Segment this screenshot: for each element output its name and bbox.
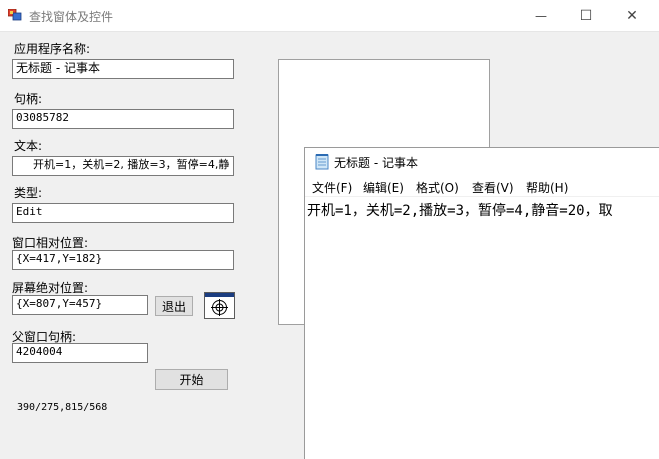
type-label: 类型:: [14, 186, 43, 200]
menu-format[interactable]: 格式(O): [416, 179, 459, 196]
close-button[interactable]: ✕: [609, 0, 655, 31]
text-label: 文本:: [14, 139, 43, 153]
menu-file[interactable]: 文件(F): [312, 179, 352, 196]
screen-position-input[interactable]: {X=807,Y=457}: [12, 295, 148, 315]
notepad-titlebar[interactable]: 无标题 - 记事本: [305, 148, 659, 176]
notepad-icon: [315, 154, 329, 170]
crosshair-target-icon: [205, 293, 234, 316]
parent-handle-input[interactable]: 4204004: [12, 343, 148, 363]
app-name-label: 应用程序名称:: [14, 42, 91, 56]
start-button[interactable]: 开始: [155, 369, 228, 390]
crosshair-drag-button[interactable]: [204, 292, 235, 319]
close-icon: ✕: [626, 7, 638, 24]
screen-position-label: 屏幕绝对位置:: [12, 281, 89, 295]
notepad-menubar: 文件(F) 编辑(E) 格式(O) 查看(V) 帮助(H): [305, 176, 659, 197]
main-titlebar[interactable]: 查找窗体及控件 — ☐ ✕: [0, 0, 659, 32]
minimize-button[interactable]: —: [518, 0, 564, 31]
app-window-icon: [8, 9, 22, 21]
menu-edit[interactable]: 编辑(E): [363, 179, 404, 196]
exit-button[interactable]: 退出: [155, 296, 193, 316]
relative-position-label: 窗口相对位置:: [12, 236, 89, 250]
relative-position-input[interactable]: {X=417,Y=182}: [12, 250, 234, 270]
maximize-button[interactable]: ☐: [563, 0, 609, 31]
minimize-icon: —: [535, 8, 547, 23]
app-name-input[interactable]: 无标题 - 记事本: [12, 59, 234, 79]
text-input[interactable]: 开机=1，关机=2, 播放=3，暂停=4,静: [12, 156, 234, 176]
type-input[interactable]: Edit: [12, 203, 234, 223]
notepad-edit-area[interactable]: 开机=1，关机=2,播放=3，暂停=4,静音=20，取: [307, 200, 613, 220]
maximize-icon: ☐: [579, 7, 593, 24]
notepad-title: 无标题 - 记事本: [334, 156, 418, 170]
notepad-window[interactable]: 无标题 - 记事本 文件(F) 编辑(E) 格式(O) 查看(V) 帮助(H) …: [304, 147, 659, 459]
handle-label: 句柄:: [14, 92, 43, 106]
menu-help[interactable]: 帮助(H): [526, 179, 568, 196]
status-coordinates-text: 390/275,815/568: [17, 402, 108, 413]
handle-input[interactable]: 03085782: [12, 109, 234, 129]
menu-view[interactable]: 查看(V): [472, 179, 514, 196]
window-title: 查找窗体及控件: [29, 10, 114, 24]
